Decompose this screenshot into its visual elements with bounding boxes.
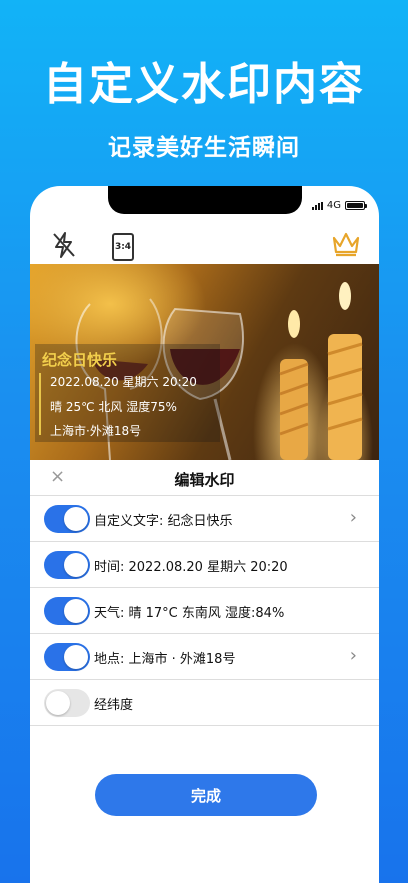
aspect-ratio-label: 3:4 (114, 242, 132, 252)
crown-icon[interactable] (331, 230, 361, 262)
row-label: 天气: 晴 17°C 东南风 湿度:84% (94, 606, 285, 621)
toggle-knob (46, 691, 70, 715)
row-label: 经纬度 (94, 698, 134, 713)
promo-subhead: 记录美好生活瞬间 (108, 135, 300, 161)
row-custom-text[interactable]: 自定义文字: 纪念日快乐 › (30, 496, 379, 542)
location-toggle[interactable] (44, 643, 90, 671)
toggle-knob (64, 645, 88, 669)
done-button[interactable]: 完成 (95, 774, 317, 816)
flash-off-icon[interactable] (50, 230, 78, 264)
weather-toggle[interactable] (44, 597, 90, 625)
status-bar: 4G (311, 200, 367, 211)
row-weather[interactable]: 天气: 晴 17°C 东南风 湿度:84% (30, 588, 379, 634)
watermark-title: 纪念日快乐 (42, 351, 118, 369)
phone-notch (108, 186, 302, 214)
chevron-right-icon[interactable]: › (350, 507, 357, 528)
chevron-right-icon[interactable]: › (350, 645, 357, 666)
row-location[interactable]: 地点: 上海市 · 外滩18号 › (30, 634, 379, 680)
row-label: 地点: 上海市 · 外滩18号 (94, 652, 236, 667)
watermark-location: 上海市·外滩18号 (50, 424, 142, 438)
toggle-knob (64, 599, 88, 623)
coordinates-toggle[interactable] (44, 689, 90, 717)
row-coordinates[interactable]: 经纬度 (30, 680, 379, 726)
phone-screen: 4G 3:4 纪念日快乐 2022.08.20 星期六 20:20 晴 25℃ … (30, 186, 379, 883)
row-time[interactable]: 时间: 2022.08.20 星期六 20:20 (30, 542, 379, 588)
network-label: 4G (326, 200, 341, 211)
signal-icon (311, 201, 323, 210)
toggle-knob (64, 507, 88, 531)
photo-preview: 纪念日快乐 2022.08.20 星期六 20:20 晴 25℃ 北风 湿度75… (30, 264, 379, 460)
sheet-title: 编辑水印 (174, 471, 235, 489)
row-label: 自定义文字: 纪念日快乐 (94, 514, 233, 529)
watermark-datetime: 2022.08.20 星期六 20:20 (50, 375, 197, 389)
edit-sheet-header: × 编辑水印 (30, 460, 379, 496)
row-label: 时间: 2022.08.20 星期六 20:20 (94, 560, 288, 575)
time-toggle[interactable] (44, 551, 90, 579)
aspect-ratio-button[interactable]: 3:4 (112, 233, 134, 261)
watermark-accent-bar (39, 373, 41, 435)
custom-text-toggle[interactable] (44, 505, 90, 533)
watermark-weather: 晴 25℃ 北风 湿度75% (50, 400, 177, 414)
camera-toolbar: 3:4 (30, 226, 379, 264)
battery-icon (345, 201, 367, 210)
toggle-knob (64, 553, 88, 577)
promo-headline: 自定义水印内容 (43, 59, 365, 110)
